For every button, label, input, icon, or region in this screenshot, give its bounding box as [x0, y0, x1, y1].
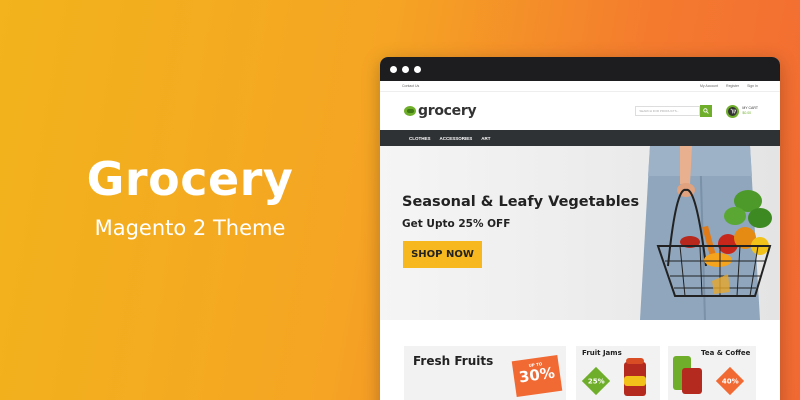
- register-link[interactable]: Register: [726, 84, 739, 88]
- discount-badge: UP TO 30%: [511, 354, 563, 398]
- nav-item-clothes[interactable]: CLOTHES: [409, 136, 431, 141]
- contact-link[interactable]: Contact Us: [402, 84, 419, 88]
- window-control-dot[interactable]: [390, 65, 397, 73]
- discount-badge: 40%: [715, 366, 745, 396]
- badge-value: 25%: [587, 376, 605, 385]
- store-header: grocery SEARCH FOR PRODUCTS... MY CART $…: [380, 92, 780, 130]
- jam-label-image: [624, 376, 646, 386]
- logo-text: grocery: [418, 103, 477, 119]
- category-card-fresh-fruits[interactable]: Fresh Fruits UP TO 30%: [404, 346, 566, 400]
- browser-titlebar: [380, 57, 780, 81]
- cart-summary: MY CART $0.00: [742, 106, 758, 116]
- header-actions: SEARCH FOR PRODUCTS... MY CART $0.00: [635, 104, 758, 118]
- badge-value: 40%: [721, 376, 739, 385]
- hero-subtitle: Get Upto 25% OFF: [402, 218, 511, 230]
- cart-price: $0.00: [742, 111, 752, 115]
- browser-window: Contact Us My Account Register Sign In g…: [380, 57, 780, 400]
- hero-banner: Seasonal & Leafy Vegetables Get Upto 25%…: [380, 146, 780, 320]
- promo-title: Grocery: [86, 152, 294, 206]
- vegetable-basket-image: [640, 146, 772, 320]
- category-card-fruit-jams[interactable]: Fruit Jams 25%: [576, 346, 660, 400]
- coffee-jar-image: [682, 368, 702, 394]
- sign-in-link[interactable]: Sign In: [747, 84, 758, 88]
- category-cards: Fresh Fruits UP TO 30% Fruit Jams 25% Te…: [380, 320, 780, 400]
- window-control-dot[interactable]: [402, 65, 409, 73]
- nav-item-accessories[interactable]: ACCESSORIES: [440, 136, 473, 141]
- promo-subtitle: Magento 2 Theme: [94, 216, 286, 240]
- card-title: Tea & Coffee: [701, 349, 751, 357]
- search-button[interactable]: [700, 105, 713, 117]
- discount-badge: 25%: [581, 366, 611, 396]
- account-links: My Account Register Sign In: [700, 84, 758, 88]
- badge-value: 30%: [517, 363, 556, 387]
- category-card-tea-coffee[interactable]: Tea & Coffee 40%: [668, 346, 756, 400]
- basket-logo-icon: [404, 106, 416, 116]
- search-bar: SEARCH FOR PRODUCTS...: [635, 105, 713, 117]
- cart-icon: [726, 104, 740, 118]
- mini-cart[interactable]: MY CART $0.00: [726, 104, 758, 118]
- hero-title: Seasonal & Leafy Vegetables: [402, 194, 640, 210]
- search-input[interactable]: SEARCH FOR PRODUCTS...: [635, 106, 701, 116]
- card-title: Fruit Jams: [582, 349, 622, 357]
- jam-jar-image: [626, 358, 644, 364]
- shop-now-button[interactable]: SHOP NOW: [403, 241, 482, 268]
- store-logo[interactable]: grocery: [404, 103, 477, 119]
- main-nav: CLOTHES ACCESSORIES ART: [380, 130, 780, 146]
- search-icon: [703, 108, 710, 114]
- nav-item-art[interactable]: ART: [481, 136, 490, 141]
- store-topbar: Contact Us My Account Register Sign In: [380, 81, 780, 92]
- window-control-dot[interactable]: [414, 65, 421, 73]
- card-title: Fresh Fruits: [413, 354, 494, 368]
- my-account-link[interactable]: My Account: [700, 84, 718, 88]
